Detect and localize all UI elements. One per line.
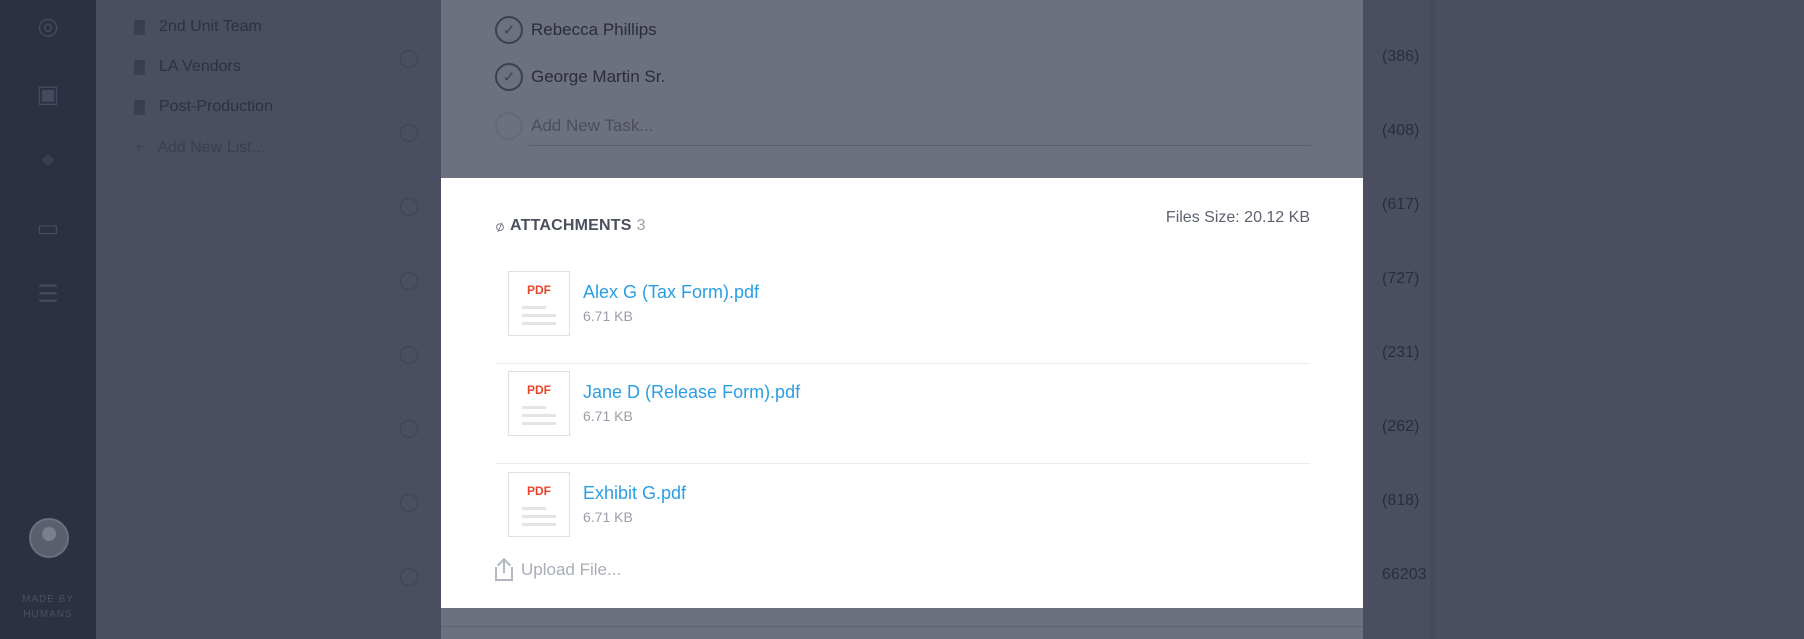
- task-checkbox[interactable]: [400, 198, 418, 216]
- attachment-row[interactable]: PDF Jane D (Release Form).pdf 6.71 KB: [495, 364, 1310, 464]
- attachment-row[interactable]: PDF Alex G (Tax Form).pdf 6.71 KB: [495, 264, 1310, 364]
- task-checkbox[interactable]: [400, 124, 418, 142]
- modal-footer: [441, 608, 1363, 639]
- task-count: 66203: [1382, 566, 1427, 583]
- task-count: (617): [1382, 196, 1420, 213]
- upload-file-button[interactable]: Upload File...: [495, 557, 622, 581]
- sliders-icon[interactable]: ☰: [34, 280, 62, 308]
- avatar[interactable]: [29, 518, 69, 558]
- task-checkbox[interactable]: [400, 568, 418, 586]
- file-size: 6.71 KB: [583, 308, 633, 324]
- task-count: (727): [1382, 270, 1420, 287]
- list-item[interactable]: 2nd Unit Team: [134, 16, 262, 38]
- document-icon: [134, 19, 145, 35]
- pdf-file-icon[interactable]: PDF: [508, 371, 570, 436]
- subtask-item[interactable]: ✓ Rebecca Phillips: [495, 16, 657, 44]
- file-size: 6.71 KB: [583, 408, 633, 424]
- modal-subtasks: ✓ Rebecca Phillips ✓ George Martin Sr. A…: [441, 0, 1363, 178]
- made-by-label: MADE BY HUMANS: [21, 594, 74, 620]
- add-task-placeholder: Add New Task...: [531, 116, 654, 135]
- app-sidebar: ◎ ▣ ⌖ ▭ ☰ MADE BY HUMANS: [0, 0, 96, 639]
- divider: [529, 145, 1311, 146]
- task-count: (262): [1382, 418, 1420, 435]
- task-checkbox[interactable]: [400, 346, 418, 364]
- add-list-button[interactable]: + Add New List...: [134, 137, 265, 159]
- add-list-label: Add New List...: [157, 139, 265, 156]
- subtask-label: George Martin Sr.: [531, 67, 666, 86]
- check-icon[interactable]: ✓: [495, 63, 523, 91]
- file-name-link[interactable]: Alex G (Tax Form).pdf: [583, 282, 759, 303]
- paperclip-icon: ⌀: [492, 215, 507, 237]
- file-name-link[interactable]: Exhibit G.pdf: [583, 483, 686, 504]
- file-type-tag: PDF: [527, 383, 551, 397]
- upload-icon: [495, 557, 513, 581]
- subtask-label: Rebecca Phillips: [531, 20, 657, 39]
- task-checkbox[interactable]: [400, 494, 418, 512]
- file-type-tag: PDF: [527, 484, 551, 498]
- attachments-title: ATTACHMENTS: [510, 217, 632, 234]
- list-item-label: Post-Production: [159, 98, 273, 115]
- folder-icon[interactable]: ▭: [34, 214, 62, 242]
- list-item-label: LA Vendors: [159, 58, 241, 75]
- lists-panel: 2nd Unit Team LA Vendors Post-Production…: [96, 0, 366, 639]
- right-panel: [1426, 0, 1804, 639]
- empty-circle-icon: [495, 112, 523, 140]
- files-size-label: Files Size: 20.12 KB: [1165, 209, 1310, 226]
- calendar-icon[interactable]: ▣: [34, 80, 62, 108]
- divider: [441, 626, 1363, 627]
- task-count: (818): [1382, 492, 1420, 509]
- task-checkbox[interactable]: [400, 420, 418, 438]
- plus-icon: +: [134, 139, 144, 156]
- pdf-file-icon[interactable]: PDF: [508, 271, 570, 336]
- task-checkbox[interactable]: [400, 50, 418, 68]
- document-icon: [134, 59, 145, 75]
- upload-file-label: Upload File...: [521, 560, 622, 579]
- attachments-header: ⌀ ATTACHMENTS 3: [492, 215, 646, 237]
- subtask-item[interactable]: ✓ George Martin Sr.: [495, 63, 665, 91]
- task-count: (231): [1382, 344, 1420, 361]
- attachments-count: 3: [636, 217, 646, 234]
- attachment-row[interactable]: PDF Exhibit G.pdf 6.71 KB: [495, 465, 1310, 565]
- pdf-file-icon[interactable]: PDF: [508, 472, 570, 537]
- list-item[interactable]: Post-Production: [134, 96, 273, 118]
- globe-icon[interactable]: ◎: [34, 12, 62, 40]
- list-item[interactable]: LA Vendors: [134, 56, 241, 78]
- task-count: (386): [1382, 48, 1420, 65]
- check-icon[interactable]: ✓: [495, 16, 523, 44]
- file-type-tag: PDF: [527, 283, 551, 297]
- scrollbar[interactable]: [1430, 0, 1436, 639]
- task-checkbox[interactable]: [400, 272, 418, 290]
- add-task-input[interactable]: Add New Task...: [495, 112, 654, 140]
- task-count: (408): [1382, 122, 1420, 139]
- document-icon: [134, 99, 145, 115]
- location-pin-icon[interactable]: ⌖: [34, 146, 62, 174]
- file-size: 6.71 KB: [583, 509, 633, 525]
- list-item-label: 2nd Unit Team: [159, 18, 262, 35]
- attachments-section: ⌀ ATTACHMENTS 3 Files Size: 20.12 KB PDF…: [441, 178, 1363, 608]
- file-name-link[interactable]: Jane D (Release Form).pdf: [583, 382, 800, 403]
